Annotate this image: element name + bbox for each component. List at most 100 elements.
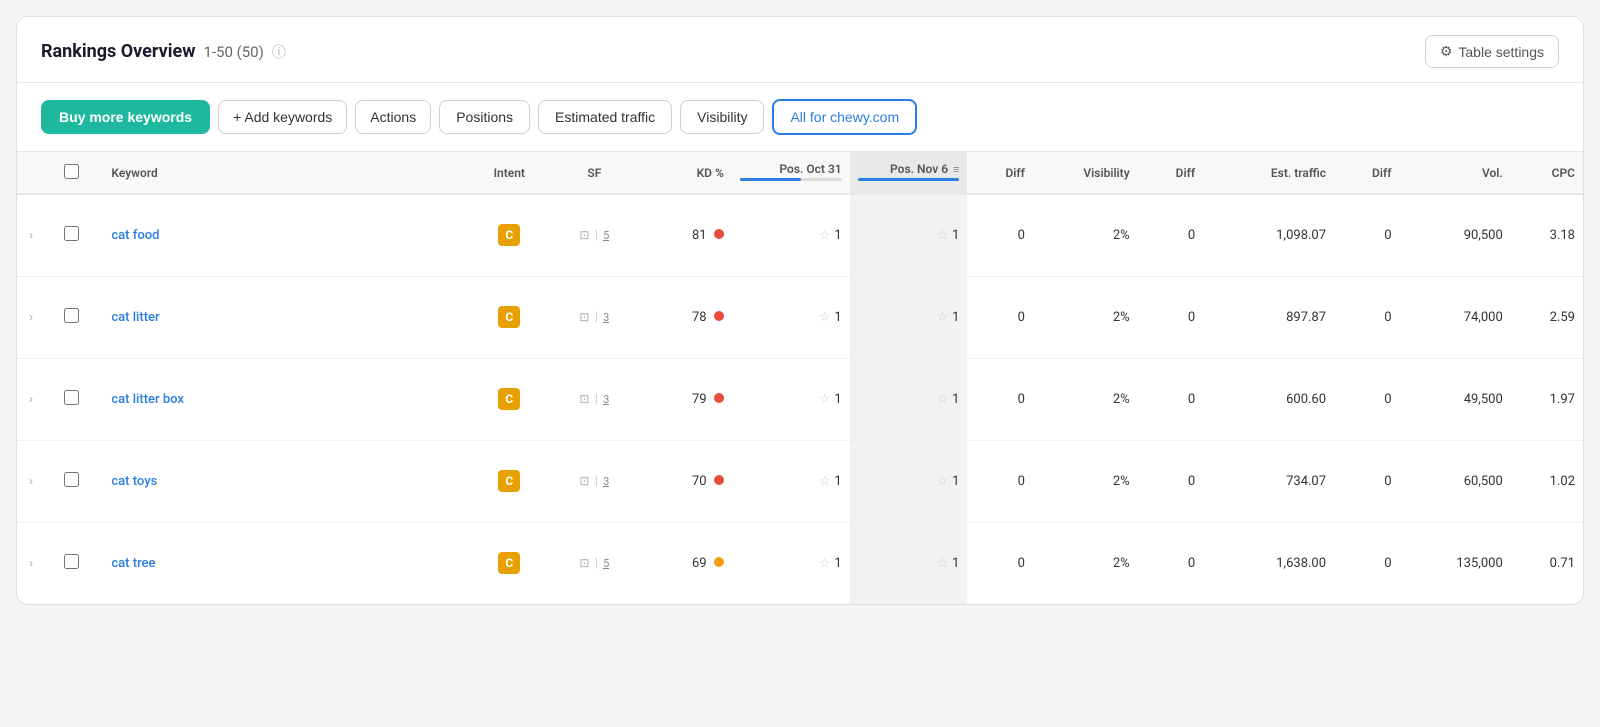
kd-value: 79	[692, 392, 707, 407]
page-title: Rankings Overview	[41, 41, 195, 62]
col-diff1-header[interactable]: Diff	[967, 152, 1032, 194]
visibility-cell: 2%	[1033, 440, 1138, 522]
est-traffic-cell: 734.07	[1203, 440, 1334, 522]
expand-row-button[interactable]: ›	[25, 472, 37, 490]
col-est-traffic-header[interactable]: Est. traffic	[1203, 152, 1334, 194]
keyword-link[interactable]: cat food	[111, 228, 159, 243]
vol-cell: 49,500	[1400, 358, 1511, 440]
col-intent-header[interactable]: Intent	[470, 152, 549, 194]
col-keyword-header[interactable]: Keyword	[103, 152, 470, 194]
sort-icon: ≡	[953, 163, 959, 176]
diff2-cell: 0	[1138, 358, 1203, 440]
keyword-link[interactable]: cat tree	[111, 556, 155, 571]
rankings-overview-panel: Rankings Overview 1-50 (50) ⓘ ⚙ Table se…	[16, 16, 1584, 605]
table-row: › cat tree C ⊡ | 5 69 ☆ 1 ☆	[17, 522, 1583, 604]
col-vol-header[interactable]: Vol.	[1400, 152, 1511, 194]
sf-number: 3	[603, 311, 609, 324]
diff3-cell: 0	[1334, 194, 1399, 276]
header-left: Rankings Overview 1-50 (50) ⓘ	[41, 41, 286, 62]
filter-positions-button[interactable]: Positions	[439, 100, 530, 134]
col-sf-header[interactable]: SF	[549, 152, 641, 194]
col-diff3-header[interactable]: Diff	[1334, 152, 1399, 194]
filter-visibility-button[interactable]: Visibility	[680, 100, 764, 134]
pos-nov6-value: 1	[952, 474, 959, 489]
vol-value: 135,000	[1456, 556, 1502, 571]
diff1-value: 0	[1018, 228, 1025, 243]
row-checkbox[interactable]	[64, 390, 79, 405]
est-traffic-cell: 600.60	[1203, 358, 1334, 440]
kd-cell: 78	[640, 276, 732, 358]
star-nov6-icon: ☆	[937, 310, 949, 325]
pos-nov6-col-label: Pos. Nov 6	[890, 162, 948, 176]
keyword-link[interactable]: cat litter box	[111, 392, 184, 407]
table-settings-button[interactable]: ⚙ Table settings	[1425, 35, 1559, 68]
actions-button[interactable]: Actions	[355, 100, 431, 134]
row-checkbox[interactable]	[64, 226, 79, 241]
info-icon[interactable]: ⓘ	[272, 42, 286, 62]
diff3-value: 0	[1384, 474, 1391, 489]
diff1-cell: 0	[967, 522, 1032, 604]
est-traffic-value: 600.60	[1286, 392, 1326, 407]
filter-traffic-button[interactable]: Estimated traffic	[538, 100, 672, 134]
pos-oct31-value: 1	[834, 392, 841, 407]
expand-row-button[interactable]: ›	[25, 390, 37, 408]
buy-keywords-button[interactable]: Buy more keywords	[41, 100, 210, 134]
pos-oct31-col-label: Pos. Oct 31	[779, 162, 841, 176]
keyword-cell: cat litter	[103, 276, 470, 358]
visibility-cell: 2%	[1033, 194, 1138, 276]
col-kd-header[interactable]: KD %	[640, 152, 732, 194]
table-row: › cat litter box C ⊡ | 3 79 ☆ 1 ☆	[17, 358, 1583, 440]
table-header-row: Keyword Intent SF KD % Pos. Oct 31	[17, 152, 1583, 194]
intent-badge: C	[498, 552, 520, 574]
expand-row-button[interactable]: ›	[25, 308, 37, 326]
select-all-checkbox[interactable]	[64, 164, 79, 179]
pos-oct31-value: 1	[834, 556, 841, 571]
col-diff2-header[interactable]: Diff	[1138, 152, 1203, 194]
star-oct31-icon: ☆	[819, 228, 831, 243]
kd-cell: 81	[640, 194, 732, 276]
pos-nov6-cell: ☆ 1	[850, 194, 968, 276]
filter-all-button[interactable]: All for chewy.com	[772, 99, 917, 135]
cpc-value: 1.02	[1550, 474, 1575, 489]
visibility-value: 2%	[1113, 392, 1130, 407]
keyword-link[interactable]: cat toys	[111, 474, 157, 489]
vol-value: 90,500	[1464, 228, 1503, 243]
keyword-link[interactable]: cat litter	[111, 310, 159, 325]
diff3-cell: 0	[1334, 440, 1399, 522]
diff2-value: 0	[1188, 474, 1195, 489]
kd-dot	[714, 229, 724, 239]
sf-camera-icon: ⊡	[579, 556, 589, 570]
col-visibility-header[interactable]: Visibility	[1033, 152, 1138, 194]
expand-row-button[interactable]: ›	[25, 554, 37, 572]
row-checkbox[interactable]	[64, 308, 79, 323]
expand-row-button[interactable]: ›	[25, 226, 37, 244]
keyword-cell: cat litter box	[103, 358, 470, 440]
filter-positions-label: Positions	[456, 109, 513, 125]
row-checkbox[interactable]	[64, 472, 79, 487]
col-pos-nov6-header[interactable]: Pos. Nov 6 ≡	[850, 152, 968, 194]
sf-camera-icon: ⊡	[579, 474, 589, 488]
est-traffic-col-label: Est. traffic	[1271, 166, 1326, 180]
intent-cell: C	[470, 522, 549, 604]
diff3-cell: 0	[1334, 276, 1399, 358]
expand-cell: ›	[17, 358, 56, 440]
add-keywords-button[interactable]: + Add keywords	[218, 100, 347, 134]
diff1-col-label: Diff	[1005, 166, 1024, 180]
intent-badge: C	[498, 306, 520, 328]
sf-cell: ⊡ | 3	[549, 358, 641, 440]
sf-col-label: SF	[587, 166, 601, 180]
col-pos-oct31-header[interactable]: Pos. Oct 31	[732, 152, 850, 194]
checkbox-cell	[56, 522, 103, 604]
col-cpc-header[interactable]: CPC	[1511, 152, 1583, 194]
visibility-value: 2%	[1113, 474, 1130, 489]
checkbox-cell	[56, 358, 103, 440]
expand-cell: ›	[17, 440, 56, 522]
diff1-cell: 0	[967, 440, 1032, 522]
est-traffic-value: 1,638.00	[1276, 556, 1326, 571]
diff2-cell: 0	[1138, 276, 1203, 358]
kd-cell: 69	[640, 522, 732, 604]
kd-col-label: KD %	[697, 166, 724, 180]
vol-cell: 74,000	[1400, 276, 1511, 358]
diff2-value: 0	[1188, 310, 1195, 325]
row-checkbox[interactable]	[64, 554, 79, 569]
